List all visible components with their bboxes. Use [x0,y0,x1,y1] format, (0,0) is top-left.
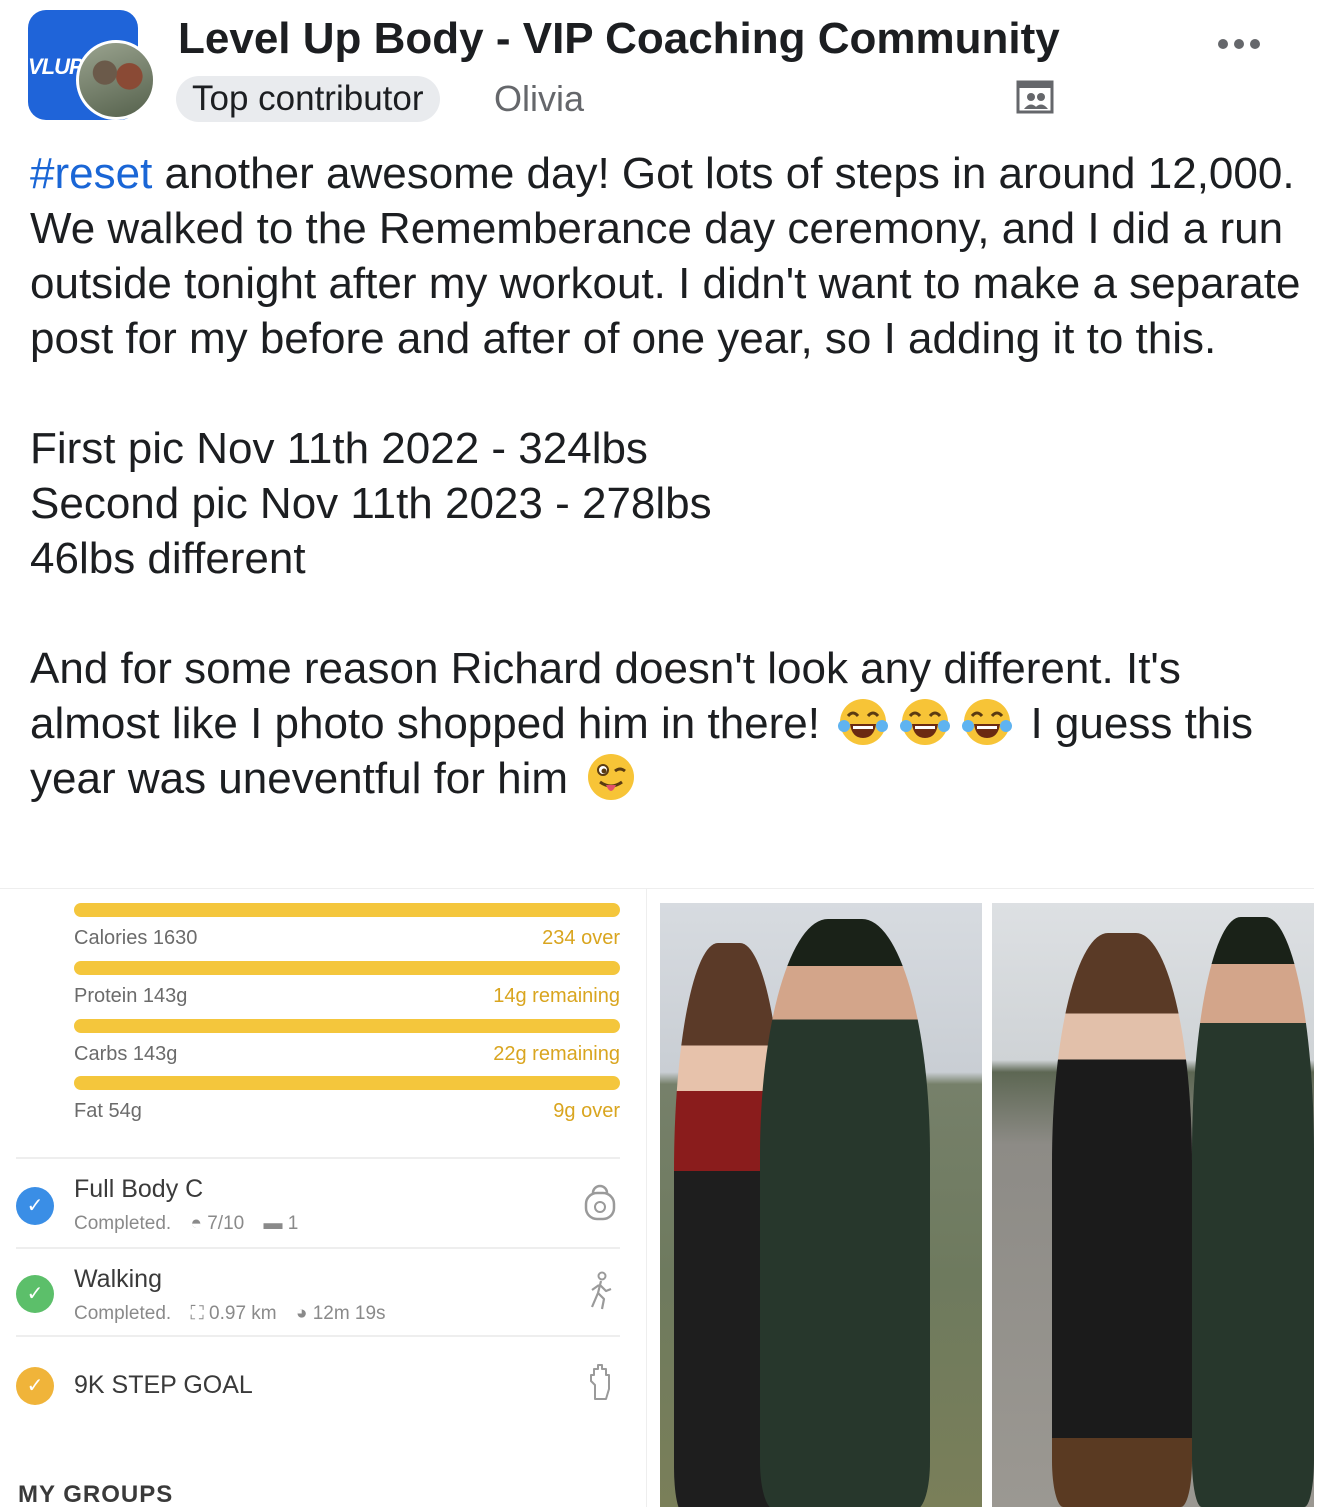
woman-figure [1052,933,1192,1507]
macro-name: Fat 54g [74,1100,142,1122]
group-logo-text: VLUP [28,54,84,79]
hashtag-link[interactable]: #reset [30,149,152,198]
macro-name: Carbs 143g [74,1043,178,1065]
winking-tongue-emoji-icon [588,754,635,800]
macro-protein: Protein 143g 14g remaining [74,961,620,1008]
before-photo[interactable] [660,903,982,1507]
macro-carbs: Carbs 143g 22g remaining [74,1019,620,1066]
user-avatar[interactable] [76,40,156,120]
nutrition-tracker-screenshot: Calories 1630 234 over Protein 143g 14g re… [0,888,647,1507]
completed-check-icon: ✓ [16,1187,54,1225]
kettlebell-icon [584,1184,616,1221]
activity-full-body-c[interactable]: ✓ Full Body C Completed. ◓ 7/10 ▬ 1 [16,1171,620,1257]
activity-title: Full Body C [74,1175,204,1203]
completed-check-icon: ✓ [16,1275,54,1313]
macro-status: 22g remaining [493,1043,620,1065]
activity-distance: 0.97 km [209,1303,277,1324]
post-body: #reset another awesome day! Got lots of … [30,146,1310,806]
tears-of-joy-emoji-icon [838,699,889,745]
activity-status: Completed. [74,1303,172,1324]
completed-check-icon: ✓ [16,1367,54,1405]
distance-icon: ⛶ [190,1303,204,1324]
macro-progress-bar [74,961,620,975]
top-contributor-badge[interactable]: Top contributor [176,76,440,122]
macro-fat: Fat 54g 9g over [74,1076,620,1123]
macro-status: 9g over [553,1100,620,1122]
macro-name: Protein 143g [74,985,188,1007]
after-photo[interactable] [992,903,1314,1507]
activity-comments: 1 [287,1213,299,1234]
post-header: VLUP Level Up Body - VIP Coaching Commun… [0,0,1330,130]
macro-progress-bar [74,903,620,917]
macro-calories: Calories 1630 234 over [74,903,620,950]
macro-name: Calories 1630 [74,927,198,949]
tears-of-joy-emoji-icon [900,699,951,745]
group-members-icon [1016,80,1054,114]
macro-status: 234 over [542,927,620,949]
activity-title: 9K STEP GOAL [74,1371,253,1399]
macro-progress-bar [74,1019,620,1033]
more-options-icon[interactable] [1218,36,1274,52]
divider [16,1157,620,1159]
macro-status: 14g remaining [493,985,620,1007]
timer-icon: ◕ [295,1303,308,1324]
activity-duration: 12m 19s [312,1303,386,1324]
divider [16,1335,620,1337]
photo-collage [646,888,1314,1507]
group-name-link[interactable]: Level Up Body - VIP Coaching Community [178,14,1060,64]
activity-title: Walking [74,1265,162,1293]
divider [16,1247,620,1249]
hand-icon [590,1364,610,1400]
activity-step-goal[interactable]: ✓ 9K STEP GOAL [16,1357,620,1443]
tears-of-joy-emoji-icon [962,699,1013,745]
activity-rating: 7/10 [207,1213,245,1234]
comment-icon: ▬ [263,1213,283,1234]
man-in-uniform-figure [1192,917,1314,1507]
weight-line-second: Second pic Nov 11th 2023 - 278lbs [30,479,712,528]
macro-progress-bar [74,1076,620,1090]
post-paragraph-3: And for some reason Richard doesn't look… [30,641,1310,806]
activity-status: Completed. [74,1213,172,1234]
post-paragraph-1: another awesome day! Got lots of steps i… [30,149,1301,363]
man-in-uniform-figure [760,919,930,1507]
my-groups-label: MY GROUPS [18,1481,174,1507]
activity-subtitle: Completed. ◓ 7/10 ▬ 1 [74,1213,298,1235]
activity-subtitle: Completed. ⛶ 0.97 km ◕ 12m 19s [74,1303,386,1325]
weight-line-first: First pic Nov 11th 2022 - 324lbs [30,424,648,473]
weight-difference-line: 46lbs different [30,534,306,583]
author-name[interactable]: Olivia [494,78,584,120]
walking-icon [590,1271,612,1310]
rating-icon: ◓ [190,1213,202,1234]
